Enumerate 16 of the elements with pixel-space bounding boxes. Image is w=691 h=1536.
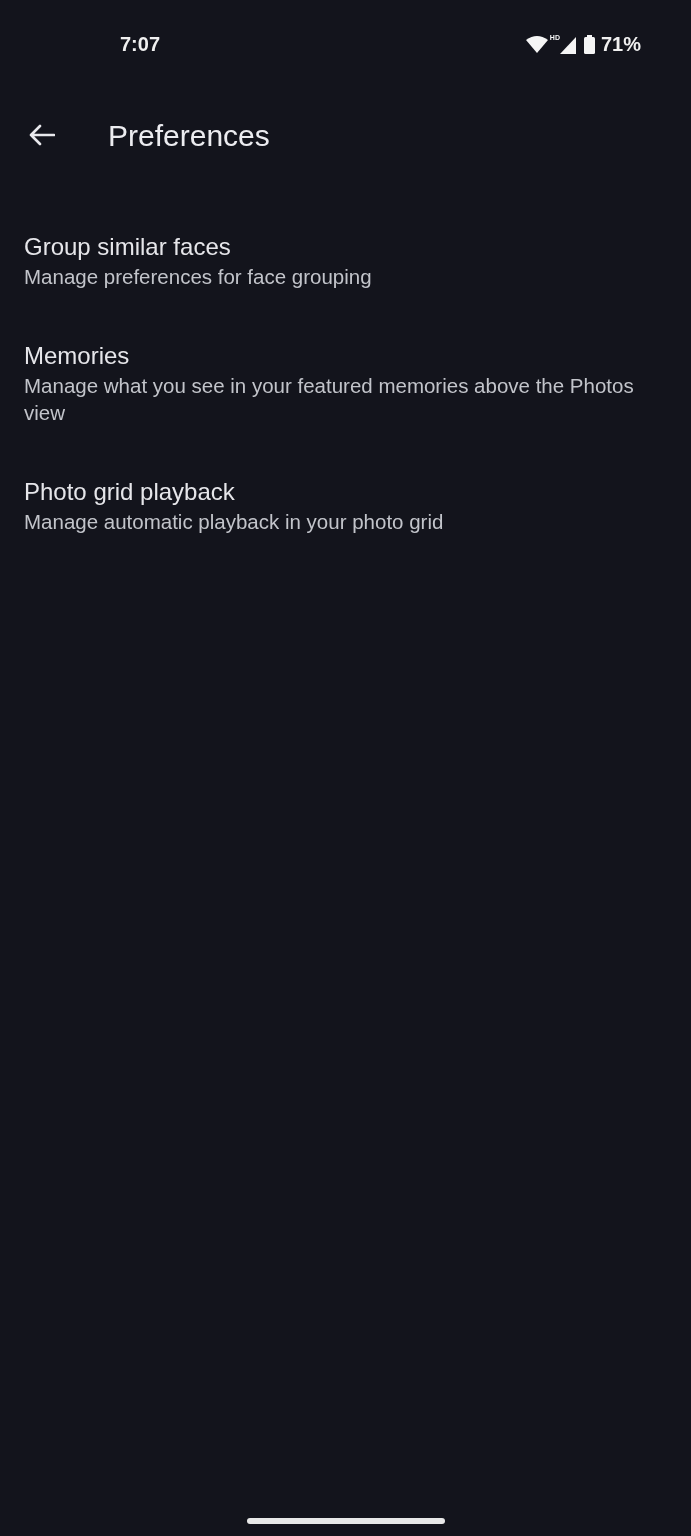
battery-icon — [583, 34, 595, 54]
item-title: Group similar faces — [24, 232, 232, 262]
back-arrow-icon — [29, 124, 55, 146]
preference-item[interactable]: Memories Manage what you see in your featured memories above the Photos view — [0, 315, 691, 451]
signal-icon — [559, 36, 576, 54]
item-title: Photo grid playback — [24, 477, 236, 507]
wifi-icon — [525, 35, 548, 53]
page-title: Preferences — [108, 117, 270, 154]
item-subtitle: Manage automatic playback in your photo grid — [24, 509, 445, 535]
item-title: Memories — [24, 341, 131, 371]
status-time: 7:07 — [120, 32, 161, 57]
preference-item[interactable]: Photo grid playback Manage automatic playback in your photo grid — [0, 451, 691, 560]
item-subtitle: Manage what you see in your featured memories above the Photos view — [24, 373, 635, 426]
item-subtitle: Manage preferences for face grouping — [24, 264, 373, 290]
preference-item[interactable]: Group similar faces Manage preferences for face grouping — [0, 206, 691, 315]
battery-percentage: 71% — [600, 32, 641, 57]
